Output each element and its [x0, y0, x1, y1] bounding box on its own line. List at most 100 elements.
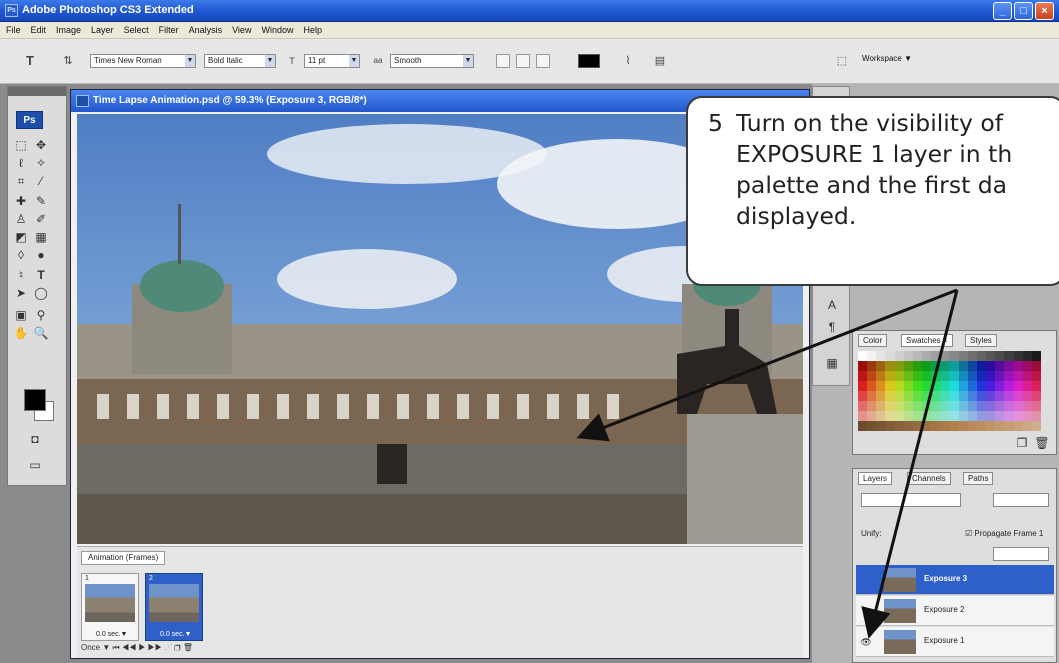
swatch-cell[interactable]	[986, 361, 996, 371]
dodge-tool-icon[interactable]: ●	[32, 247, 50, 264]
swatch-cell[interactable]	[940, 401, 950, 411]
swatch-cell[interactable]	[931, 411, 941, 421]
swatch-cell[interactable]	[876, 421, 886, 431]
delete-swatch-icon[interactable]: 🗑	[1033, 435, 1051, 452]
swatch-cell[interactable]	[949, 371, 959, 381]
swatch-cell[interactable]	[986, 381, 996, 391]
menu-view[interactable]: View	[232, 25, 251, 35]
swatch-cell[interactable]	[885, 351, 895, 361]
menu-file[interactable]: File	[6, 25, 21, 35]
swatch-cell[interactable]	[940, 411, 950, 421]
swatch-cell[interactable]	[986, 401, 996, 411]
font-family-select[interactable]: Times New Roman ▼	[90, 54, 196, 68]
swatch-cell[interactable]	[976, 351, 987, 361]
magic-wand-tool-icon[interactable]: ✧	[32, 155, 50, 172]
swatch-cell[interactable]	[1013, 411, 1023, 421]
swatch-cell[interactable]	[876, 411, 886, 421]
swatch-cell[interactable]	[1022, 391, 1032, 401]
swatch-cell[interactable]	[867, 401, 877, 411]
menu-help[interactable]: Help	[303, 25, 322, 35]
swatch-cell[interactable]	[1013, 401, 1023, 411]
swatch-cell[interactable]	[1004, 421, 1014, 431]
swatch-cell[interactable]	[1004, 351, 1014, 361]
swatch-cell[interactable]	[1004, 361, 1014, 371]
healing-brush-icon[interactable]: ✚	[12, 193, 30, 210]
swatch-cell[interactable]	[903, 391, 913, 401]
swatch-cell[interactable]	[894, 371, 904, 381]
menu-image[interactable]: Image	[56, 25, 81, 35]
swatch-cell[interactable]	[967, 361, 977, 371]
tab-paths[interactable]: Paths	[963, 472, 994, 485]
swatch-cell[interactable]	[940, 381, 950, 391]
swatch-cell[interactable]	[949, 401, 959, 411]
swatch-cell[interactable]	[867, 391, 877, 401]
swatch-cell[interactable]	[995, 401, 1005, 411]
swatch-cell[interactable]	[976, 391, 987, 401]
swatch-cell[interactable]	[940, 391, 950, 401]
swatch-cell[interactable]	[876, 391, 886, 401]
swatch-cell[interactable]	[922, 371, 932, 381]
tab-styles[interactable]: Styles	[965, 334, 997, 347]
swatch-cell[interactable]	[1022, 411, 1032, 421]
workspace-button[interactable]: Workspace ▼	[862, 54, 912, 63]
swatch-cell[interactable]	[1031, 351, 1041, 361]
warp-text-icon[interactable]: ⌇	[620, 53, 636, 69]
layer-row-exposure-1[interactable]: 👁 Exposure 1	[856, 627, 1054, 657]
swatch-cell[interactable]	[885, 371, 895, 381]
swatch-cell[interactable]	[976, 371, 987, 381]
swatch-cell[interactable]	[967, 401, 977, 411]
gradient-tool-icon[interactable]: ▦	[32, 229, 50, 246]
swatch-cell[interactable]	[958, 391, 968, 401]
swatch-cell[interactable]	[940, 361, 950, 371]
tab-color[interactable]: Color	[858, 334, 888, 347]
menu-layer[interactable]: Layer	[91, 25, 114, 35]
swatch-cell[interactable]	[967, 411, 977, 421]
swatch-cell[interactable]	[995, 381, 1005, 391]
swatch-cell[interactable]	[912, 411, 923, 421]
swatch-cell[interactable]	[858, 391, 868, 401]
layer-row-exposure-2[interactable]: Exposure 2	[856, 596, 1054, 626]
tab-channels[interactable]: Channels	[907, 472, 951, 485]
swatch-cell[interactable]	[1022, 361, 1032, 371]
swatch-cell[interactable]	[1031, 421, 1041, 431]
swatch-cell[interactable]	[931, 351, 941, 361]
layer-row-exposure-3[interactable]: Exposure 3	[856, 565, 1054, 595]
pen-tool-icon[interactable]: ♮	[12, 267, 30, 284]
swatch-cell[interactable]	[958, 371, 968, 381]
swatch-cell[interactable]	[1004, 371, 1014, 381]
swatch-cell[interactable]	[1004, 411, 1014, 421]
swatch-cell[interactable]	[858, 411, 868, 421]
swatch-cell[interactable]	[912, 381, 923, 391]
font-style-select[interactable]: Bold Italic ▼	[204, 54, 276, 68]
swatch-cell[interactable]	[912, 371, 923, 381]
swatch-cell[interactable]	[995, 421, 1005, 431]
lasso-tool-icon[interactable]: ℓ	[12, 155, 30, 172]
swatch-cell[interactable]	[922, 401, 932, 411]
antialias-select[interactable]: Smooth ▼	[390, 54, 474, 68]
menu-filter[interactable]: Filter	[159, 25, 179, 35]
play-icon[interactable]: ▶	[138, 643, 147, 652]
swatch-cell[interactable]	[922, 411, 932, 421]
loop-select[interactable]: Once	[81, 643, 100, 652]
menu-window[interactable]: Window	[261, 25, 293, 35]
swatch-cell[interactable]	[976, 421, 987, 431]
swatch-cell[interactable]	[903, 351, 913, 361]
swatch-cell[interactable]	[894, 351, 904, 361]
eye-icon[interactable]: 👁	[859, 635, 873, 649]
swatch-cell[interactable]	[986, 421, 996, 431]
swatch-cell[interactable]	[940, 371, 950, 381]
paragraph-icon[interactable]: ¶	[823, 319, 841, 336]
swatch-cell[interactable]	[967, 391, 977, 401]
minimize-button[interactable]: _	[993, 2, 1012, 20]
new-swatch-icon[interactable]: ❐	[1013, 435, 1031, 452]
swatch-cell[interactable]	[858, 361, 868, 371]
swatch-cell[interactable]	[912, 351, 923, 361]
swatch-cell[interactable]	[1031, 391, 1041, 401]
duplicate-frame-icon[interactable]: ❐	[175, 643, 183, 652]
swatch-cell[interactable]	[876, 361, 886, 371]
swatch-cell[interactable]	[976, 401, 987, 411]
swatch-cell[interactable]	[1031, 381, 1041, 391]
swatch-cell[interactable]	[867, 361, 877, 371]
swatch-cell[interactable]	[894, 421, 904, 431]
swatch-cell[interactable]	[922, 361, 932, 371]
